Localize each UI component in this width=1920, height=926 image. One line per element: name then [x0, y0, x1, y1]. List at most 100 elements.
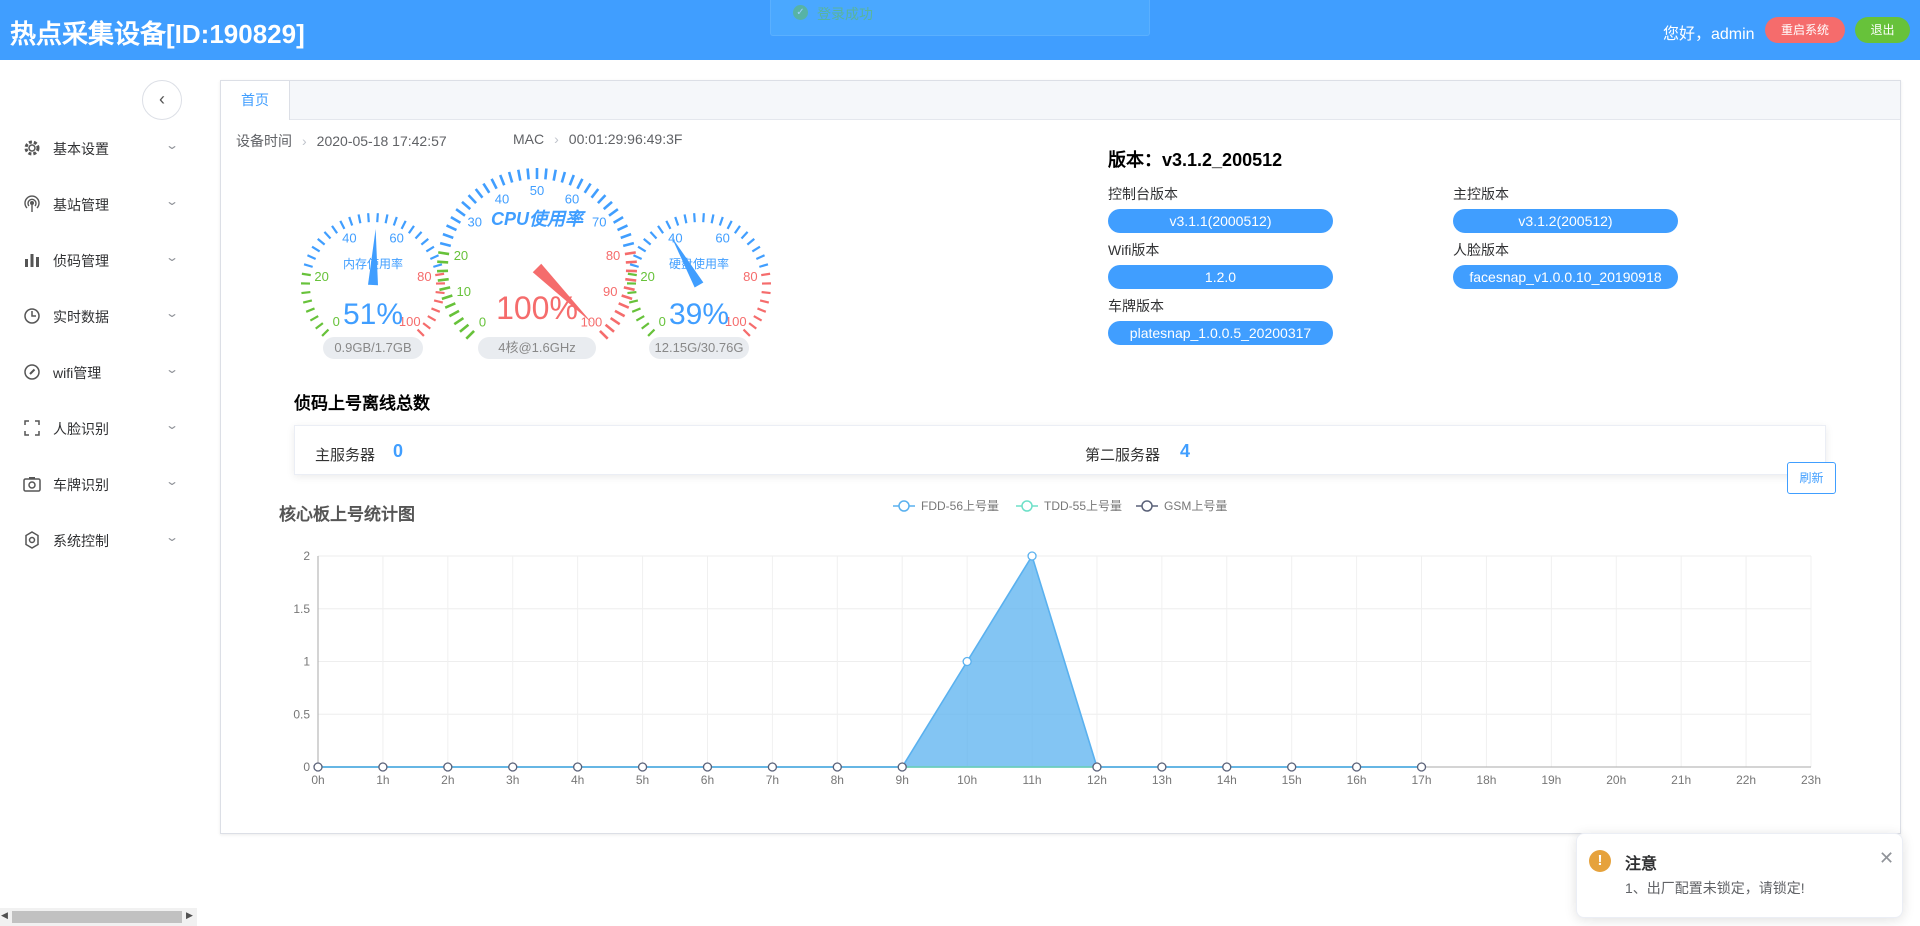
gauge-tick — [622, 241, 635, 248]
sidebar-item-face-recognition[interactable]: 人脸识别 ⌄ — [0, 408, 190, 448]
gauge-tick — [635, 315, 645, 322]
offline-count-card: 主服务器 0 第二服务器 4 — [294, 425, 1826, 475]
gauge-tick — [433, 263, 443, 268]
cpu-gauge-value: 100% — [496, 290, 578, 326]
gauge-tick-label: 20 — [454, 248, 468, 263]
close-icon[interactable]: ✕ — [1879, 848, 1894, 869]
gauge-tick — [416, 328, 425, 337]
chevron-right-icon: › — [554, 131, 559, 147]
primary-server-label: 主服务器 — [315, 447, 376, 464]
sidebar-item-label: 人脸识别 — [53, 421, 109, 437]
logout-button[interactable]: 退出 — [1855, 17, 1910, 43]
app-title: 热点采集设备[ID:190829] — [10, 19, 305, 49]
sidebar-item-basic-settings[interactable]: 基本设置 ⌄ — [0, 128, 190, 168]
gauge-tick — [623, 286, 635, 292]
gauge-tick — [609, 316, 621, 326]
gauge-tick — [552, 169, 558, 181]
refresh-button[interactable]: 刷新 — [1787, 462, 1836, 494]
gauge-tick-label: 20 — [640, 269, 654, 284]
gauge-tick — [357, 214, 362, 224]
gauge-tick — [753, 315, 763, 322]
gauge-tick — [516, 169, 522, 181]
disk-gauge-detail: 12.15G/30.76G — [655, 340, 744, 355]
gauge-tick — [439, 286, 451, 292]
gauge-tick — [583, 182, 592, 194]
sidebar-item-system-control[interactable]: 系统控制 ⌄ — [0, 520, 190, 560]
scroll-right-arrow-icon[interactable]: ▶ — [186, 910, 193, 921]
gauge-tick — [321, 328, 330, 337]
version-title: 版本：v3.1.2_200512 — [1108, 150, 1283, 170]
device-time-value: 2020-05-18 17:42:57 — [316, 133, 447, 149]
horizontal-scrollbar[interactable]: ◀ ▶ — [0, 908, 197, 926]
gauge-tick — [400, 220, 407, 230]
restart-system-button[interactable]: 重启系统 — [1765, 17, 1845, 43]
sidebar-item-realtime-data[interactable]: 实时数据 ⌄ — [0, 296, 190, 336]
gauge-tick — [702, 213, 705, 223]
chevron-down-icon: ⌄ — [164, 250, 180, 264]
gauge-tick — [309, 315, 319, 322]
settings-icon — [25, 531, 39, 549]
gauge-tick — [657, 225, 665, 234]
gauge-tick — [317, 238, 326, 246]
chevron-down-icon: ⌄ — [164, 194, 180, 208]
gauge-tick — [637, 245, 647, 253]
gauge-tick — [718, 216, 724, 226]
notification-title: 注意 — [1625, 856, 1658, 873]
gauge-tick — [602, 200, 613, 211]
gauge-tick — [455, 208, 466, 217]
scroll-left-arrow-icon[interactable]: ◀ — [1, 910, 8, 921]
chevron-down-icon: ⌄ — [164, 474, 180, 488]
gauge-tick — [526, 168, 530, 180]
gauge-tick — [311, 245, 321, 253]
gauge-tick — [474, 188, 484, 199]
sidebar-item-label: 侦码管理 — [53, 253, 109, 269]
device-mac: MAC › 00:01:29:96:49:3F — [513, 131, 682, 147]
gauge-tick-label: 0 — [479, 314, 486, 329]
plate-version-label: 车牌版本 — [1108, 298, 1164, 314]
gauge-tick — [576, 178, 584, 190]
gauge-tick — [453, 316, 465, 326]
console-version-badge: v3.1.1(2000512) — [1108, 209, 1333, 233]
chevron-down-icon: ⌄ — [164, 418, 180, 432]
chevron-down-icon: ⌄ — [164, 530, 180, 544]
gauge-tick — [323, 231, 332, 240]
gauge-tick — [431, 307, 441, 313]
tab-bar: 首页 — [221, 81, 1900, 120]
chevron-right-icon: › — [302, 133, 307, 149]
gauge-tick — [438, 251, 450, 256]
sidebar-item-code-detection[interactable]: 侦码管理 ⌄ — [0, 240, 190, 280]
collapse-sidebar-button[interactable]: ‹ — [142, 80, 182, 120]
gauge-tick-label: 40 — [495, 191, 509, 206]
notification: ! 注意 1、出厂配置未锁定，请锁定! ✕ — [1576, 833, 1903, 918]
offline-section-title: 侦码上号离线总数 — [294, 394, 430, 413]
sidebar-item-label: 基站管理 — [53, 197, 109, 213]
sidebar-item-wifi[interactable]: wifi管理 ⌄ — [0, 352, 190, 392]
sidebar-item-base-station[interactable]: 基站管理 ⌄ — [0, 184, 190, 224]
gauge-tick-label: 60 — [389, 231, 403, 246]
gauge-tick — [425, 245, 435, 253]
chevron-down-icon: ⌄ — [164, 362, 180, 376]
gear-icon — [24, 140, 40, 156]
gauge-tick — [315, 322, 324, 330]
gauge-tick — [621, 294, 633, 301]
gauge-tick-label: 30 — [467, 215, 481, 230]
sidebar-item-plate-recognition[interactable]: 车牌识别 ⌄ — [0, 464, 190, 504]
gauge-tick — [482, 182, 491, 194]
login-toast: ✓ 登录成功 — [770, 0, 1150, 36]
gauge-tick — [683, 214, 688, 224]
gauge-tick-label: 90 — [603, 284, 617, 299]
gauge-tick — [647, 328, 656, 337]
plate-version-badge: platesnap_1.0.0.5_20200317 — [1108, 321, 1333, 345]
tab-home[interactable]: 首页 — [221, 81, 290, 120]
gauge-tick — [507, 171, 514, 183]
gauge-tick-label: 80 — [743, 269, 757, 284]
gauge-tick — [620, 232, 632, 240]
master-version-badge: v3.1.2(200512) — [1453, 209, 1678, 233]
gauge-tick — [445, 224, 458, 232]
gauge-tick — [590, 188, 600, 199]
gauge-tick — [465, 330, 475, 340]
user-greeting: 您好，admin — [1663, 26, 1755, 43]
wifi-version-badge: 1.2.0 — [1108, 265, 1333, 289]
gauge-tick — [726, 220, 733, 230]
scrollbar-thumb[interactable] — [12, 911, 182, 923]
